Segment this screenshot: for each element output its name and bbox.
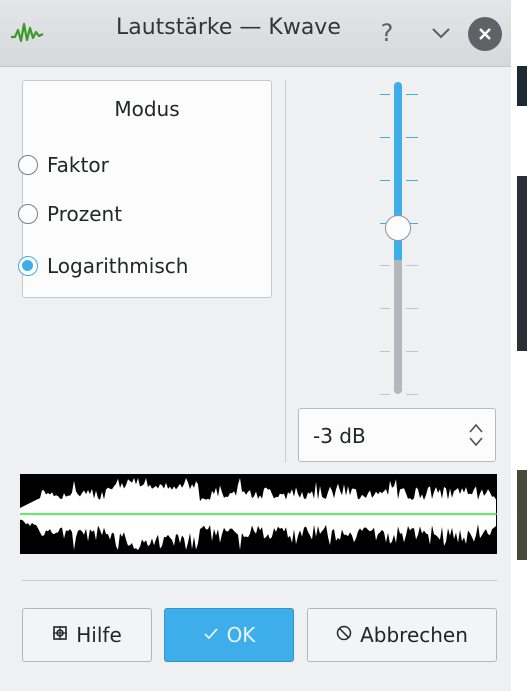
- volume-slider[interactable]: [360, 78, 440, 398]
- radio-label: Faktor: [47, 153, 109, 177]
- radio-logarithmisch[interactable]: Logarithmisch: [18, 251, 188, 281]
- checkmark-icon: [203, 625, 219, 646]
- cancel-button[interactable]: Abbrechen: [307, 608, 497, 662]
- db-spinbox[interactable]: -3 dB: [298, 408, 496, 462]
- window-title: Lautstärke — Kwave: [116, 15, 341, 40]
- slider-tick: [406, 94, 418, 95]
- slider-groove-empty: [394, 260, 402, 394]
- radio-prozent[interactable]: Prozent: [18, 199, 122, 229]
- slider-tick: [380, 136, 390, 138]
- radio-label: Prozent: [47, 202, 123, 226]
- kwave-app-icon: [11, 22, 44, 43]
- help-button-label: Hilfe: [76, 623, 122, 647]
- cancel-button-label: Abbrechen: [360, 623, 468, 647]
- slider-tick: [406, 394, 418, 395]
- slider-tick: [406, 179, 418, 181]
- radio-label: Logarithmisch: [47, 254, 189, 278]
- cancel-icon: [336, 625, 352, 646]
- help-icon[interactable]: ?: [370, 16, 404, 50]
- ok-button[interactable]: OK: [164, 608, 294, 662]
- slider-handle[interactable]: [385, 215, 411, 242]
- radio-button[interactable]: [18, 155, 38, 175]
- lifebuoy-icon: [52, 625, 68, 646]
- horizontal-separator: [22, 580, 497, 581]
- volume-dialog: Lautstärke — Kwave ? Modus Faktor Prozen…: [0, 0, 527, 691]
- mode-group-title: Modus: [114, 97, 180, 121]
- slider-tick: [406, 136, 418, 138]
- slider-tick: [380, 351, 390, 353]
- title-bar[interactable]: Lautstärke — Kwave ?: [0, 0, 511, 67]
- slider-tick: [406, 265, 418, 267]
- radio-faktor[interactable]: Faktor: [18, 150, 109, 180]
- background-window-edge: [511, 0, 527, 691]
- slider-tick: [406, 351, 418, 353]
- slider-tick: [380, 308, 390, 310]
- waveform-preview: [20, 474, 497, 554]
- ok-button-label: OK: [226, 623, 256, 647]
- slider-tick: [406, 308, 418, 310]
- db-value[interactable]: -3 dB: [313, 424, 366, 448]
- minimize-icon[interactable]: [424, 16, 458, 50]
- vertical-divider: [285, 80, 286, 462]
- help-button[interactable]: Hilfe: [22, 608, 152, 662]
- radio-button-checked[interactable]: [18, 256, 38, 276]
- spin-arrows-icon[interactable]: [467, 421, 485, 449]
- slider-tick: [380, 94, 390, 95]
- close-icon[interactable]: [468, 17, 502, 51]
- slider-tick: [380, 394, 390, 395]
- slider-tick: [380, 179, 390, 181]
- radio-button[interactable]: [18, 204, 38, 224]
- slider-tick: [380, 265, 390, 267]
